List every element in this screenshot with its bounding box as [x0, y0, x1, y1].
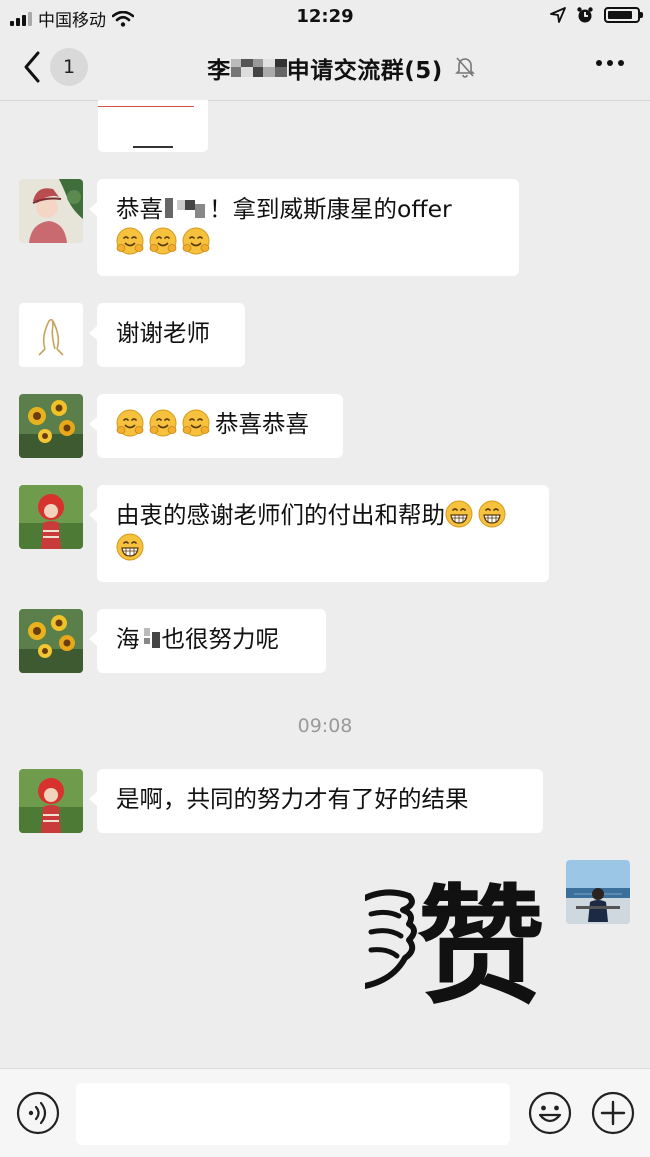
avatar[interactable] [19, 179, 83, 243]
message-bubble[interactable]: 由衷的感谢老师们的付出和帮助 [89, 485, 549, 582]
group-title-prefix: 李 [207, 58, 231, 84]
grin-face-emoji-icon [445, 500, 473, 528]
unread-count-badge[interactable]: 1 [50, 48, 88, 86]
message-text: 恭喜恭喜 [215, 410, 309, 438]
hug-face-emoji-icon [116, 227, 144, 255]
mute-bell-icon [455, 57, 475, 78]
hug-face-emoji-icon [116, 409, 144, 437]
mosaic-redaction [163, 196, 205, 220]
more-icon[interactable] [596, 60, 624, 66]
battery-level [608, 11, 632, 19]
battery-icon [604, 7, 643, 23]
message-text: ！拿到威斯康星的offer [209, 195, 452, 223]
message-bubble[interactable]: 恭喜恭喜 [89, 394, 343, 458]
hug-face-emoji-icon [182, 409, 210, 437]
input-bar [0, 1068, 650, 1157]
message-bubble[interactable]: 海 也很努力呢 [89, 609, 326, 673]
plus-icon[interactable] [591, 1091, 635, 1135]
hug-face-emoji-icon [149, 227, 177, 255]
image-content [98, 100, 194, 107]
chat-header: 1 李 申请交流群(5) [0, 34, 650, 101]
message-input[interactable] [76, 1083, 510, 1145]
time-separator: 09:08 [297, 715, 353, 737]
image-message-thumbnail[interactable] [98, 100, 208, 152]
location-arrow-icon [550, 7, 566, 23]
message-text: 海 [116, 625, 140, 653]
avatar[interactable] [19, 769, 83, 833]
hug-face-emoji-icon [149, 409, 177, 437]
message-text: 恭喜 [116, 195, 163, 223]
group-title-suffix: 申请交流群(5) [286, 58, 443, 84]
status-bar: 中国移动 12:29 [0, 0, 650, 34]
avatar[interactable] [19, 609, 83, 673]
message-text: 谢谢老师 [116, 319, 210, 347]
alarm-icon [577, 7, 593, 23]
message-text: 是啊，共同的努力才有了好的结果 [116, 785, 469, 813]
image-content-line [133, 146, 173, 148]
message-bubble[interactable]: 恭喜 ！拿到威斯康星的offer [89, 179, 519, 276]
mosaic-redaction [143, 628, 160, 648]
voice-icon[interactable] [16, 1091, 60, 1135]
mosaic-redaction [230, 59, 287, 77]
message-text: 也很努力呢 [161, 625, 280, 653]
message-bubble[interactable]: 是啊，共同的努力才有了好的结果 [89, 769, 543, 833]
message-text: 由衷的感谢老师们的付出和帮助 [116, 501, 445, 529]
back-chevron-icon[interactable] [18, 48, 48, 86]
group-title[interactable]: 李 申请交流群(5) [150, 51, 500, 85]
avatar[interactable] [19, 303, 83, 367]
my-avatar[interactable] [566, 860, 630, 924]
avatar[interactable] [19, 485, 83, 549]
sticker-message[interactable]: 赞 [362, 870, 545, 1030]
sticker-text: 赞 [417, 872, 546, 1022]
emoji-icon[interactable] [528, 1091, 572, 1135]
grin-face-emoji-icon [116, 533, 144, 561]
grin-face-emoji-icon [478, 500, 506, 528]
avatar[interactable] [19, 394, 83, 458]
hug-face-emoji-icon [182, 227, 210, 255]
message-bubble[interactable]: 谢谢老师 [89, 303, 245, 367]
